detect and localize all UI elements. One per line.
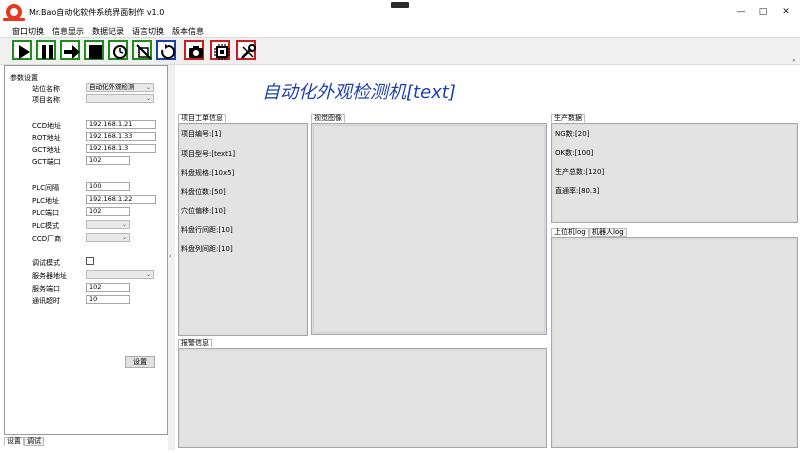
chevron-down-icon: ⌄ bbox=[145, 271, 151, 278]
chevron-down-icon: ⌄ bbox=[145, 95, 151, 102]
menu-data-record[interactable]: 数据记录 bbox=[92, 26, 124, 37]
toolbar-overflow-icon[interactable]: » bbox=[792, 57, 796, 64]
tab-vision-image[interactable]: 视觉图像 bbox=[311, 114, 345, 123]
ccd-vendor-select[interactable]: ⌄ bbox=[86, 233, 130, 242]
tab-host-log[interactable]: 上位机log bbox=[551, 228, 589, 237]
station-label: 站位名称 bbox=[32, 85, 60, 93]
gct-port-label: GCT端口 bbox=[32, 158, 61, 166]
chip-button[interactable] bbox=[210, 40, 230, 60]
next-step-icon bbox=[64, 45, 80, 59]
gct-port-field[interactable]: 102 bbox=[86, 156, 130, 165]
chip-icon bbox=[214, 44, 230, 60]
collapse-arrow-icon[interactable]: ‹ bbox=[169, 253, 171, 260]
alarm-clock-button[interactable] bbox=[108, 40, 128, 60]
production-line: NG数:[20] bbox=[555, 130, 590, 138]
tab-settings[interactable]: 设置 bbox=[4, 437, 24, 446]
alarm-clock-icon bbox=[113, 45, 127, 59]
plc-address-label: PLC地址 bbox=[32, 197, 60, 205]
tools-icon bbox=[241, 44, 256, 59]
server-address-label: 服务器地址 bbox=[32, 272, 67, 280]
drag-handle[interactable] bbox=[391, 2, 409, 8]
disable-button[interactable] bbox=[132, 40, 152, 60]
server-address-select[interactable]: ⌄ bbox=[86, 270, 154, 279]
log-content bbox=[553, 240, 796, 446]
vision-image-view bbox=[313, 125, 545, 333]
work-order-line: 料盘规格:[10x5] bbox=[181, 169, 235, 177]
close-button[interactable]: ✕ bbox=[779, 6, 793, 18]
work-order-line: 项目编号:[1] bbox=[181, 130, 222, 138]
gct-address-field[interactable]: 192.168.1.3 bbox=[86, 144, 156, 153]
menu-info-display[interactable]: 信息显示 bbox=[52, 26, 84, 37]
tab-production-data[interactable]: 生产数据 bbox=[551, 114, 585, 123]
timeout-label: 通讯超时 bbox=[32, 297, 60, 305]
gct-address-label: GCT地址 bbox=[32, 146, 61, 154]
reset-icon bbox=[161, 44, 176, 59]
camera-icon bbox=[189, 46, 203, 58]
plc-port-label: PLC端口 bbox=[32, 209, 60, 217]
minimize-button[interactable]: — bbox=[734, 6, 748, 18]
chevron-down-icon: ⌄ bbox=[121, 221, 127, 228]
plc-mode-select[interactable]: ⌄ bbox=[86, 220, 130, 229]
plc-interval-label: PLC间隔 bbox=[32, 184, 60, 192]
next-step-button[interactable] bbox=[60, 40, 80, 60]
tools-button[interactable] bbox=[236, 40, 256, 60]
production-line: 直通率:[80.3] bbox=[555, 187, 600, 195]
alarm-content bbox=[180, 351, 545, 446]
settings-button[interactable]: 设置 bbox=[125, 356, 155, 368]
work-order-line: 穴位偏移:[10] bbox=[181, 207, 226, 215]
work-order-line: 料盘位数:[50] bbox=[181, 188, 226, 196]
plc-port-field[interactable]: 102 bbox=[86, 207, 130, 216]
timeout-field[interactable]: 10 bbox=[86, 295, 130, 304]
station-select[interactable]: 自动化外观检测 ⌄ bbox=[86, 83, 154, 92]
production-line: OK数:[100] bbox=[555, 149, 594, 157]
app-logo-caption bbox=[3, 18, 25, 21]
tab-robot-log[interactable]: 机器人log bbox=[589, 228, 627, 237]
menu-window-switch[interactable]: 窗口切换 bbox=[12, 26, 44, 37]
camera-button[interactable] bbox=[184, 40, 204, 60]
plc-interval-field[interactable]: 100 bbox=[86, 182, 130, 191]
tab-work-order[interactable]: 项目工单信息 bbox=[178, 114, 226, 123]
parameter-group-title: 参数设置 bbox=[10, 74, 38, 82]
stop-icon bbox=[89, 45, 102, 59]
server-port-label: 服务端口 bbox=[32, 285, 60, 293]
run-icon bbox=[19, 45, 30, 59]
project-label: 项目名称 bbox=[32, 96, 60, 104]
tab-alarm-info[interactable]: 报警信息 bbox=[178, 339, 212, 348]
chevron-down-icon: ⌄ bbox=[121, 234, 127, 241]
disable-icon bbox=[136, 44, 152, 60]
debug-mode-checkbox[interactable] bbox=[86, 257, 94, 265]
ccd-vendor-label: CCD厂商 bbox=[32, 235, 62, 243]
run-button[interactable] bbox=[12, 40, 32, 60]
production-line: 生产总数:[120] bbox=[555, 168, 605, 176]
ccd-address-label: CCD地址 bbox=[32, 122, 62, 130]
reset-button[interactable] bbox=[156, 40, 176, 60]
stop-button[interactable] bbox=[84, 40, 104, 60]
plc-mode-label: PLC模式 bbox=[32, 222, 60, 230]
pause-icon bbox=[42, 45, 53, 59]
project-select[interactable]: ⌄ bbox=[86, 94, 154, 103]
work-order-line: 项目型号:[text1] bbox=[181, 150, 236, 158]
pause-button[interactable] bbox=[36, 40, 56, 60]
menu-language[interactable]: 语言切换 bbox=[132, 26, 164, 37]
robot-address-label: ROT地址 bbox=[32, 134, 61, 142]
robot-address-field[interactable]: 192.168.1.33 bbox=[86, 132, 156, 141]
menu-version[interactable]: 版本信息 bbox=[172, 26, 204, 37]
station-value: 自动化外观检测 bbox=[89, 83, 135, 91]
debug-mode-label: 调试模式 bbox=[32, 259, 60, 267]
chevron-down-icon: ⌄ bbox=[145, 84, 151, 91]
server-port-field[interactable]: 102 bbox=[86, 283, 130, 292]
tab-debug[interactable]: 调试 bbox=[24, 437, 44, 446]
maximize-button[interactable]: □ bbox=[756, 6, 770, 18]
ccd-address-field[interactable]: 192.168.1.21 bbox=[86, 120, 156, 129]
work-order-line: 料盘列间距:[10] bbox=[181, 245, 233, 253]
machine-headline: 自动化外观检测机[text] bbox=[262, 82, 456, 103]
work-order-line: 料盘行间距:[10] bbox=[181, 226, 233, 234]
window-title: Mr.Bao自动化软件系统界面制作 v1.0 bbox=[29, 8, 165, 17]
plc-address-field[interactable]: 192.168.1.22 bbox=[86, 195, 156, 204]
